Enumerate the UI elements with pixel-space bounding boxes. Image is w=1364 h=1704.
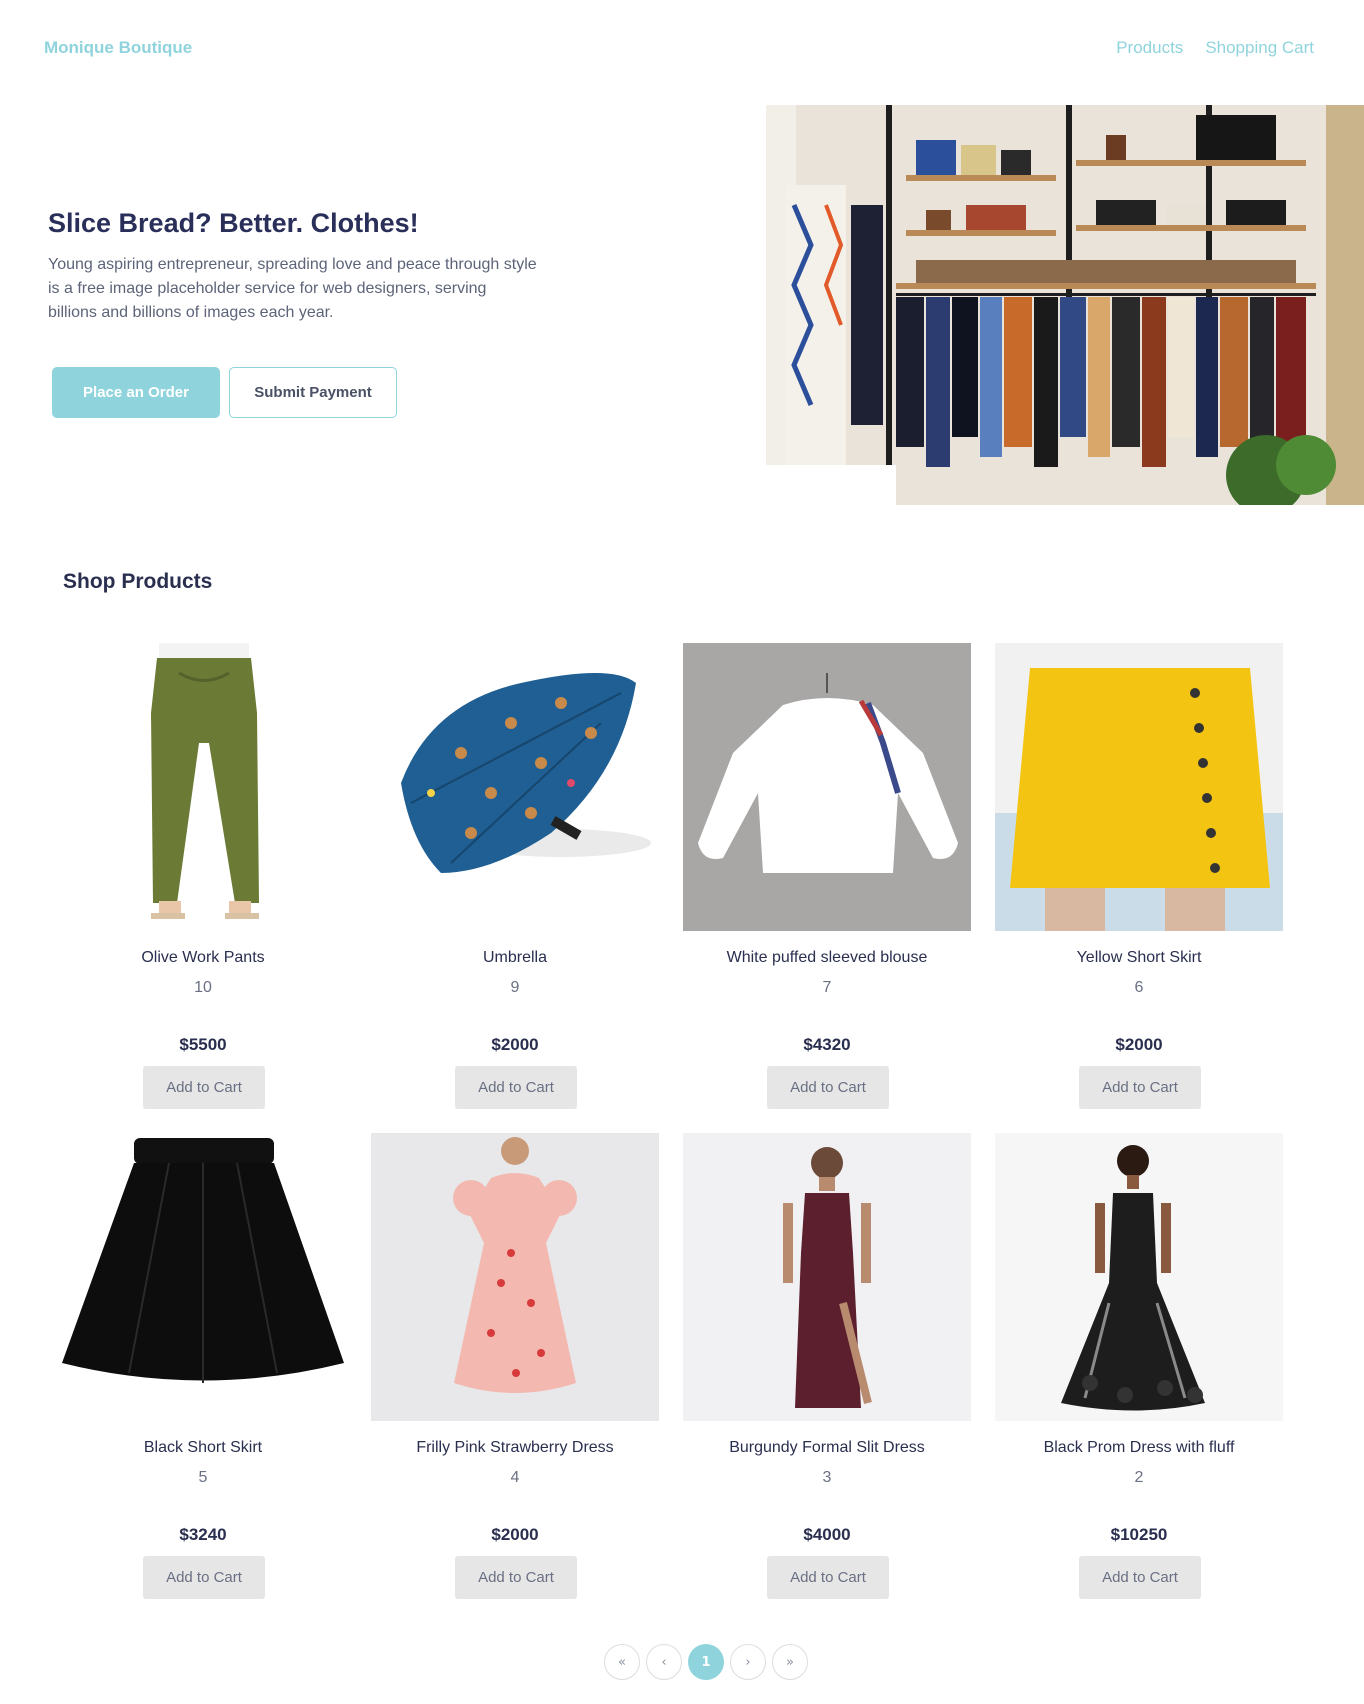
product-name: Yellow Short Skirt bbox=[1076, 949, 1202, 966]
product-image-burgundy-dress[interactable] bbox=[683, 1133, 971, 1421]
product-image-black-prom-dress[interactable] bbox=[995, 1133, 1283, 1421]
hero-title: Slice Bread? Better. Clothes! bbox=[48, 208, 419, 238]
add-to-cart-button[interactable]: Add to Cart bbox=[1079, 1066, 1201, 1109]
add-to-cart-button[interactable]: Add to Cart bbox=[455, 1066, 577, 1109]
product-card: Umbrella 9 $2000 Add to Cart bbox=[371, 643, 659, 1109]
add-to-cart-button[interactable]: Add to Cart bbox=[143, 1556, 265, 1599]
product-price: $4320 bbox=[803, 1035, 851, 1054]
product-quantity: 5 bbox=[198, 1469, 208, 1486]
product-card: Yellow Short Skirt 6 $2000 Add to Cart bbox=[995, 643, 1283, 1109]
product-name: Frilly Pink Strawberry Dress bbox=[416, 1439, 614, 1456]
product-image-white-blouse[interactable] bbox=[683, 643, 971, 931]
product-price: $2000 bbox=[491, 1525, 539, 1544]
last-page-button[interactable]: » bbox=[772, 1644, 808, 1680]
product-name: Umbrella bbox=[482, 949, 547, 966]
add-to-cart-button[interactable]: Add to Cart bbox=[767, 1066, 889, 1109]
product-quantity: 2 bbox=[1134, 1469, 1144, 1486]
product-name: Black Short Skirt bbox=[143, 1439, 263, 1456]
add-to-cart-button[interactable]: Add to Cart bbox=[143, 1066, 265, 1109]
product-card: Frilly Pink Strawberry Dress 4 $2000 Add… bbox=[371, 1133, 659, 1599]
product-card: Black Short Skirt 5 $3240 Add to Cart bbox=[59, 1133, 347, 1599]
hero-buttons: Place an Order Submit Payment bbox=[52, 367, 397, 418]
navbar: Monique Boutique Products Shopping Cart bbox=[0, 0, 1364, 96]
product-quantity: 6 bbox=[1134, 979, 1144, 996]
add-to-cart-button[interactable]: Add to Cart bbox=[1079, 1556, 1201, 1599]
pagination: « ‹ 1 › » bbox=[604, 1644, 808, 1680]
product-image-olive-pants[interactable] bbox=[59, 643, 347, 931]
product-image-yellow-skirt[interactable] bbox=[995, 643, 1283, 931]
next-page-button[interactable]: › bbox=[730, 1644, 766, 1680]
product-card: Burgundy Formal Slit Dress 3 $4000 Add t… bbox=[683, 1133, 971, 1599]
product-image-umbrella[interactable] bbox=[371, 643, 659, 931]
product-card: White puffed sleeved blouse 7 $4320 Add … bbox=[683, 643, 971, 1109]
hero-text: Slice Bread? Better. Clothes! Young aspi… bbox=[48, 208, 568, 325]
current-page-button[interactable]: 1 bbox=[688, 1644, 724, 1680]
product-name: White puffed sleeved blouse bbox=[726, 949, 928, 966]
product-quantity: 4 bbox=[510, 1469, 520, 1486]
product-card: Olive Work Pants 10 $5500 Add to Cart bbox=[59, 643, 347, 1109]
product-name: Burgundy Formal Slit Dress bbox=[729, 1439, 925, 1456]
submit-payment-button[interactable]: Submit Payment bbox=[229, 367, 397, 418]
shop-products-heading: Shop Products bbox=[63, 570, 213, 593]
place-order-button[interactable]: Place an Order bbox=[52, 367, 220, 418]
product-quantity: 3 bbox=[822, 1469, 832, 1486]
first-page-button[interactable]: « bbox=[604, 1644, 640, 1680]
product-image-pink-strawberry-dress[interactable] bbox=[371, 1133, 659, 1421]
product-name: Olive Work Pants bbox=[141, 949, 265, 966]
product-quantity: 7 bbox=[822, 979, 832, 996]
product-quantity: 10 bbox=[194, 979, 212, 996]
product-price: $3240 bbox=[179, 1525, 227, 1544]
product-price: $4000 bbox=[803, 1525, 851, 1544]
add-to-cart-button[interactable]: Add to Cart bbox=[767, 1556, 889, 1599]
nav-cart-link[interactable]: Shopping Cart bbox=[1205, 38, 1314, 58]
product-price: $5500 bbox=[179, 1035, 227, 1054]
nav-products-link[interactable]: Products bbox=[1116, 38, 1183, 58]
store-interior-image bbox=[766, 105, 1364, 505]
previous-page-button[interactable]: ‹ bbox=[646, 1644, 682, 1680]
product-name: Black Prom Dress with fluff bbox=[1043, 1439, 1235, 1456]
add-to-cart-button[interactable]: Add to Cart bbox=[455, 1556, 577, 1599]
product-price: $10250 bbox=[1110, 1525, 1168, 1544]
product-quantity: 9 bbox=[510, 979, 520, 996]
nav-links: Products Shopping Cart bbox=[1116, 38, 1314, 58]
product-price: $2000 bbox=[1115, 1035, 1163, 1054]
product-image-black-skirt[interactable] bbox=[59, 1133, 347, 1421]
brand-logo-link[interactable]: Monique Boutique bbox=[44, 38, 192, 58]
hero-description: Young aspiring entrepreneur, spreading l… bbox=[48, 256, 537, 321]
product-grid: Olive Work Pants 10 $5500 Add to Cart Um… bbox=[59, 643, 1300, 1599]
product-price: $2000 bbox=[491, 1035, 539, 1054]
product-card: Black Prom Dress with fluff 2 $10250 Add… bbox=[995, 1133, 1283, 1599]
